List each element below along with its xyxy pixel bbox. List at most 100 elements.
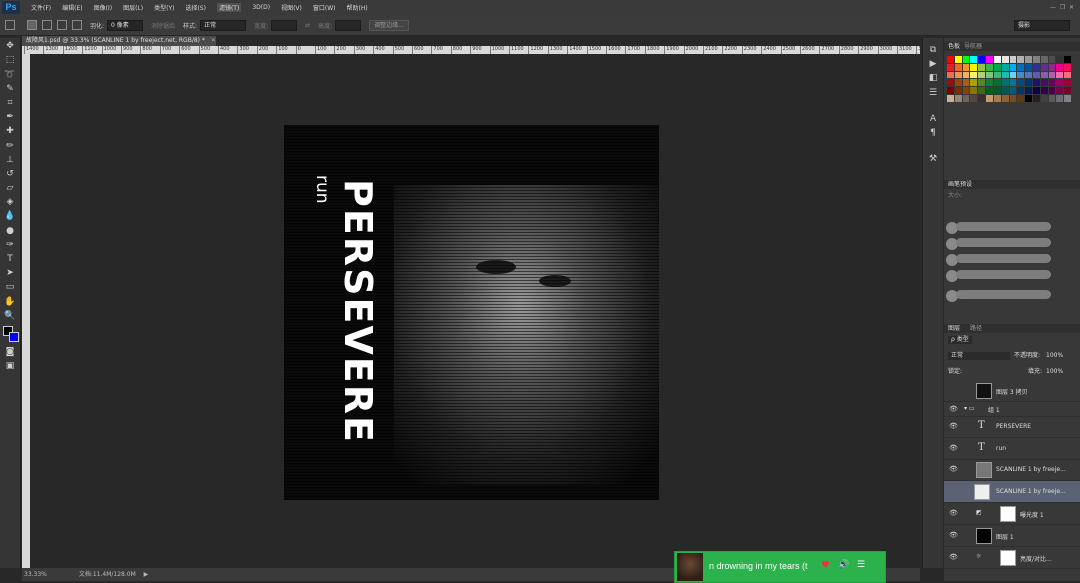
menu-edit[interactable]: 编辑(E) — [62, 3, 82, 12]
swatch[interactable] — [1017, 87, 1025, 95]
swatch[interactable] — [1001, 87, 1009, 95]
subtract-selection-icon[interactable] — [57, 20, 67, 30]
actions-panel-icon[interactable]: ▶ — [927, 58, 939, 70]
swatch[interactable] — [962, 79, 970, 87]
playlist-icon[interactable]: ☰ — [857, 560, 865, 570]
swatch[interactable] — [970, 56, 978, 63]
swatch[interactable] — [986, 56, 993, 63]
opacity-value[interactable]: 100% — [1046, 352, 1063, 360]
swatch[interactable] — [1064, 95, 1071, 102]
crop-tool-icon[interactable]: ⌗ — [4, 97, 16, 109]
lasso-tool-icon[interactable]: ➰ — [4, 69, 16, 81]
swatch[interactable] — [970, 95, 978, 102]
swatch[interactable] — [978, 87, 986, 95]
paragraph-panel-icon[interactable]: ¶ — [927, 127, 939, 139]
screen-mode-icon[interactable]: ▣ — [4, 360, 16, 372]
marquee-tool-icon[interactable]: ⬚ — [4, 54, 16, 66]
swatch[interactable] — [1032, 71, 1040, 79]
workspace-select[interactable]: 摄影 — [1014, 19, 1070, 31]
menu-layer[interactable]: 图层(L) — [123, 3, 143, 12]
move-tool-icon[interactable]: ✥ — [4, 40, 16, 52]
swatch[interactable] — [978, 79, 986, 87]
swatch[interactable] — [1025, 95, 1032, 102]
hand-tool-icon[interactable]: ✋ — [4, 296, 16, 308]
swatch[interactable] — [1025, 56, 1032, 63]
swatch[interactable] — [1009, 95, 1017, 102]
swatch[interactable] — [947, 71, 954, 79]
swatch[interactable] — [1056, 63, 1064, 71]
type-tool-icon[interactable]: T — [4, 253, 16, 265]
zoom-level[interactable]: 33.33% — [24, 571, 47, 578]
status-arrow-icon[interactable]: ▶ — [144, 571, 149, 578]
swatch[interactable] — [978, 63, 986, 71]
refine-edge-button[interactable]: 调整边缘... — [369, 19, 409, 31]
swatch[interactable] — [970, 79, 978, 87]
visibility-eye-icon[interactable]: 👁 — [949, 531, 958, 539]
swatch[interactable] — [993, 95, 1001, 102]
brush-stroke-5[interactable] — [956, 290, 1051, 299]
layer-row[interactable]: 👁 T PERSEVERE — [944, 416, 1080, 438]
layer-row[interactable]: 👁 ◩ 曝光度 1 — [944, 503, 1080, 525]
eraser-tool-icon[interactable]: ▱ — [4, 182, 16, 194]
swatch[interactable] — [1064, 79, 1071, 87]
swatch[interactable] — [1048, 87, 1056, 95]
swatch[interactable] — [1009, 71, 1017, 79]
menu-view[interactable]: 视图(V) — [281, 3, 302, 12]
brush-stroke-1[interactable] — [956, 222, 1051, 231]
swatch[interactable] — [970, 71, 978, 79]
swatch[interactable] — [1032, 63, 1040, 71]
swap-icon[interactable]: ⇄ — [305, 22, 310, 29]
feather-input[interactable]: 0 像素 — [107, 19, 144, 31]
swatch[interactable] — [1025, 79, 1032, 87]
intersect-selection-icon[interactable] — [72, 20, 82, 30]
height-input[interactable] — [335, 19, 362, 31]
brush-stroke-2[interactable] — [956, 238, 1051, 247]
swatch[interactable] — [954, 71, 962, 79]
swatch[interactable] — [1017, 79, 1025, 87]
menu-type[interactable]: 类型(Y) — [154, 3, 174, 12]
visibility-eye-icon[interactable]: 👁 — [949, 422, 958, 430]
pen-tool-icon[interactable]: ✑ — [4, 239, 16, 251]
layer-group-row[interactable]: 👁 ▾ ▭ 组 1 — [944, 402, 1080, 417]
dodge-tool-icon[interactable]: ● — [4, 225, 16, 237]
quick-mask-icon[interactable]: ◙ — [4, 346, 16, 358]
menu-select[interactable]: 选择(S) — [185, 3, 206, 12]
swatch[interactable] — [954, 56, 962, 63]
blend-mode-select[interactable]: 正常 — [948, 352, 1010, 360]
swatch[interactable] — [1040, 56, 1048, 63]
eyedropper-tool-icon[interactable]: ✒ — [4, 111, 16, 123]
swatch[interactable] — [962, 95, 970, 102]
marquee-tool-preset-icon[interactable] — [5, 20, 15, 30]
swatch[interactable] — [1025, 63, 1032, 71]
volume-icon[interactable]: 🔊 — [838, 560, 849, 570]
swatch[interactable] — [1025, 87, 1032, 95]
layer-row[interactable]: 👁 图层 1 — [944, 525, 1080, 547]
swatch[interactable] — [970, 63, 978, 71]
swatch[interactable] — [1040, 71, 1048, 79]
tab-swatches[interactable]: 色板 — [948, 43, 960, 51]
swatch[interactable] — [1017, 95, 1025, 102]
layer-row-selected[interactable]: SCANLINE 1 by freeje... — [944, 481, 1080, 503]
tab-brush-presets[interactable]: 画笔预设 — [948, 181, 972, 189]
swatch[interactable] — [1001, 56, 1009, 63]
background-color[interactable] — [9, 331, 19, 342]
swatch[interactable] — [954, 79, 962, 87]
swatch[interactable] — [1001, 71, 1009, 79]
music-player-widget[interactable]: n drowning in my tears (t ♥ 🔊 ☰ — [674, 551, 886, 583]
swatch[interactable] — [993, 56, 1001, 63]
swatch[interactable] — [993, 79, 1001, 87]
swatch[interactable] — [986, 79, 993, 87]
menu-image[interactable]: 图像(I) — [94, 3, 112, 12]
visibility-eye-icon[interactable]: 👁 — [949, 509, 958, 517]
swatch[interactable] — [1048, 56, 1056, 63]
swatch[interactable] — [1056, 95, 1064, 102]
history-brush-tool-icon[interactable]: ↺ — [4, 168, 16, 180]
swatch[interactable] — [962, 71, 970, 79]
swatch[interactable] — [962, 56, 970, 63]
swatch[interactable] — [978, 71, 986, 79]
document-tab[interactable]: 故障风1.psd @ 33.3% (SCANLINE 1 by freeject… — [22, 36, 216, 46]
swatch[interactable] — [993, 87, 1001, 95]
album-cover[interactable] — [677, 553, 703, 581]
swatch[interactable] — [1009, 63, 1017, 71]
swatch[interactable] — [986, 87, 993, 95]
